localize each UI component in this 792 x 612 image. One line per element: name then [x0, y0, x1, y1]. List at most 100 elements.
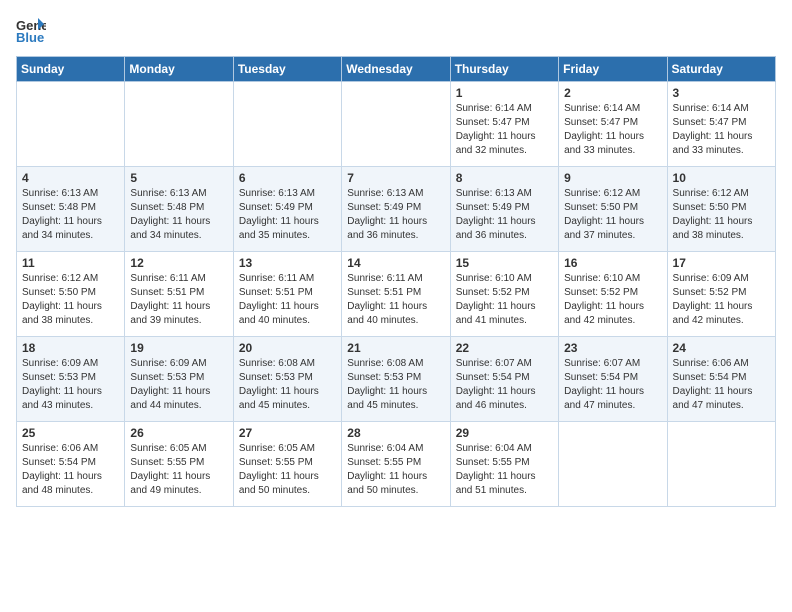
calendar-cell: 10 Sunrise: 6:12 AM Sunset: 5:50 PM Dayli…: [667, 167, 775, 252]
calendar-cell: 5 Sunrise: 6:13 AM Sunset: 5:48 PM Daylig…: [125, 167, 233, 252]
calendar-cell: 23Sunrise: 6:07 AM Sunset: 5:54 PM Dayli…: [559, 337, 667, 422]
calendar-cell: 27Sunrise: 6:05 AM Sunset: 5:55 PM Dayli…: [233, 422, 341, 507]
cell-content: Sunrise: 6:09 AM Sunset: 5:52 PM Dayligh…: [673, 272, 770, 328]
calendar-cell: [125, 82, 233, 167]
weekday-header-sunday: Sunday: [17, 57, 125, 82]
calendar-cell: 21Sunrise: 6:08 AM Sunset: 5:53 PM Dayli…: [342, 337, 450, 422]
cell-content: Sunrise: 6:11 AM Sunset: 5:51 PM Dayligh…: [239, 272, 336, 328]
cell-content: Sunrise: 6:11 AM Sunset: 5:51 PM Dayligh…: [130, 272, 227, 328]
cell-content: Sunrise: 6:12 AM Sunset: 5:50 PM Dayligh…: [22, 272, 119, 328]
calendar-cell: 11 Sunrise: 6:12 AM Sunset: 5:50 PM Dayli…: [17, 252, 125, 337]
calendar-cell: [559, 422, 667, 507]
day-number: 13: [239, 256, 336, 270]
calendar-week-4: 18 Sunrise: 6:09 AM Sunset: 5:53 PM Dayli…: [17, 337, 776, 422]
cell-content: Sunrise: 6:14 AM Sunset: 5:47 PM Dayligh…: [456, 102, 553, 158]
cell-content: Sunrise: 6:09 AM Sunset: 5:53 PM Dayligh…: [22, 357, 119, 413]
calendar-cell: [342, 82, 450, 167]
calendar-cell: 8 Sunrise: 6:13 AM Sunset: 5:49 PM Daylig…: [450, 167, 558, 252]
calendar-week-1: 1 Sunrise: 6:14 AM Sunset: 5:47 PM Daylig…: [17, 82, 776, 167]
weekday-header-monday: Monday: [125, 57, 233, 82]
cell-content: Sunrise: 6:07 AM Sunset: 5:54 PM Dayligh…: [564, 357, 661, 413]
cell-content: Sunrise: 6:11 AM Sunset: 5:51 PM Dayligh…: [347, 272, 444, 328]
day-number: 7: [347, 171, 444, 185]
weekday-header-wednesday: Wednesday: [342, 57, 450, 82]
cell-content: Sunrise: 6:05 AM Sunset: 5:55 PM Dayligh…: [130, 442, 227, 498]
calendar-cell: 18 Sunrise: 6:09 AM Sunset: 5:53 PM Dayli…: [17, 337, 125, 422]
day-number: 18: [22, 341, 119, 355]
cell-content: Sunrise: 6:06 AM Sunset: 5:54 PM Dayligh…: [22, 442, 119, 498]
cell-content: Sunrise: 6:04 AM Sunset: 5:55 PM Dayligh…: [347, 442, 444, 498]
day-number: 9: [564, 171, 661, 185]
calendar-cell: 1 Sunrise: 6:14 AM Sunset: 5:47 PM Daylig…: [450, 82, 558, 167]
calendar-cell: 9 Sunrise: 6:12 AM Sunset: 5:50 PM Daylig…: [559, 167, 667, 252]
calendar-week-2: 4Sunrise: 6:13 AM Sunset: 5:48 PM Daylig…: [17, 167, 776, 252]
cell-content: Sunrise: 6:06 AM Sunset: 5:54 PM Dayligh…: [673, 357, 770, 413]
cell-content: Sunrise: 6:09 AM Sunset: 5:53 PM Dayligh…: [130, 357, 227, 413]
calendar-cell: 20Sunrise: 6:08 AM Sunset: 5:53 PM Dayli…: [233, 337, 341, 422]
calendar-week-5: 25 Sunrise: 6:06 AM Sunset: 5:54 PM Dayli…: [17, 422, 776, 507]
calendar-cell: 25 Sunrise: 6:06 AM Sunset: 5:54 PM Dayli…: [17, 422, 125, 507]
day-number: 22: [456, 341, 553, 355]
weekday-header-row: SundayMondayTuesdayWednesdayThursdayFrid…: [17, 57, 776, 82]
day-number: 28: [347, 426, 444, 440]
day-number: 2: [564, 86, 661, 100]
calendar-cell: 22 Sunrise: 6:07 AM Sunset: 5:54 PM Dayli…: [450, 337, 558, 422]
day-number: 29: [456, 426, 553, 440]
day-number: 11: [22, 256, 119, 270]
day-number: 6: [239, 171, 336, 185]
cell-content: Sunrise: 6:13 AM Sunset: 5:49 PM Dayligh…: [239, 187, 336, 243]
calendar-cell: 17 Sunrise: 6:09 AM Sunset: 5:52 PM Dayli…: [667, 252, 775, 337]
day-number: 24: [673, 341, 770, 355]
calendar-cell: 13 Sunrise: 6:11 AM Sunset: 5:51 PM Dayli…: [233, 252, 341, 337]
calendar-cell: 29 Sunrise: 6:04 AM Sunset: 5:55 PM Dayli…: [450, 422, 558, 507]
cell-content: Sunrise: 6:13 AM Sunset: 5:48 PM Dayligh…: [130, 187, 227, 243]
cell-content: Sunrise: 6:14 AM Sunset: 5:47 PM Dayligh…: [673, 102, 770, 158]
calendar-cell: 28 Sunrise: 6:04 AM Sunset: 5:55 PM Dayli…: [342, 422, 450, 507]
calendar-cell: [17, 82, 125, 167]
day-number: 15: [456, 256, 553, 270]
calendar-cell: 14 Sunrise: 6:11 AM Sunset: 5:51 PM Dayli…: [342, 252, 450, 337]
logo-icon: General Blue: [16, 16, 46, 44]
cell-content: Sunrise: 6:13 AM Sunset: 5:49 PM Dayligh…: [456, 187, 553, 243]
weekday-header-friday: Friday: [559, 57, 667, 82]
cell-content: Sunrise: 6:13 AM Sunset: 5:48 PM Dayligh…: [22, 187, 119, 243]
calendar-week-3: 11 Sunrise: 6:12 AM Sunset: 5:50 PM Dayli…: [17, 252, 776, 337]
calendar-cell: 7 Sunrise: 6:13 AM Sunset: 5:49 PM Daylig…: [342, 167, 450, 252]
day-number: 26: [130, 426, 227, 440]
cell-content: Sunrise: 6:08 AM Sunset: 5:53 PM Dayligh…: [239, 357, 336, 413]
calendar-cell: [233, 82, 341, 167]
calendar-cell: 12Sunrise: 6:11 AM Sunset: 5:51 PM Dayli…: [125, 252, 233, 337]
calendar-cell: 15 Sunrise: 6:10 AM Sunset: 5:52 PM Dayli…: [450, 252, 558, 337]
weekday-header-thursday: Thursday: [450, 57, 558, 82]
calendar-cell: [667, 422, 775, 507]
day-number: 17: [673, 256, 770, 270]
day-number: 14: [347, 256, 444, 270]
day-number: 5: [130, 171, 227, 185]
cell-content: Sunrise: 6:04 AM Sunset: 5:55 PM Dayligh…: [456, 442, 553, 498]
cell-content: Sunrise: 6:10 AM Sunset: 5:52 PM Dayligh…: [456, 272, 553, 328]
cell-content: Sunrise: 6:14 AM Sunset: 5:47 PM Dayligh…: [564, 102, 661, 158]
cell-content: Sunrise: 6:12 AM Sunset: 5:50 PM Dayligh…: [673, 187, 770, 243]
day-number: 25: [22, 426, 119, 440]
day-number: 1: [456, 86, 553, 100]
cell-content: Sunrise: 6:13 AM Sunset: 5:49 PM Dayligh…: [347, 187, 444, 243]
calendar-cell: 24 Sunrise: 6:06 AM Sunset: 5:54 PM Dayli…: [667, 337, 775, 422]
day-number: 8: [456, 171, 553, 185]
calendar-cell: 19 Sunrise: 6:09 AM Sunset: 5:53 PM Dayli…: [125, 337, 233, 422]
cell-content: Sunrise: 6:07 AM Sunset: 5:54 PM Dayligh…: [456, 357, 553, 413]
calendar-cell: 26 Sunrise: 6:05 AM Sunset: 5:55 PM Dayli…: [125, 422, 233, 507]
calendar-cell: 4Sunrise: 6:13 AM Sunset: 5:48 PM Daylig…: [17, 167, 125, 252]
logo: General Blue: [16, 16, 46, 44]
day-number: 10: [673, 171, 770, 185]
day-number: 19: [130, 341, 227, 355]
cell-content: Sunrise: 6:12 AM Sunset: 5:50 PM Dayligh…: [564, 187, 661, 243]
day-number: 27: [239, 426, 336, 440]
weekday-header-tuesday: Tuesday: [233, 57, 341, 82]
calendar-cell: 2 Sunrise: 6:14 AM Sunset: 5:47 PM Daylig…: [559, 82, 667, 167]
day-number: 21: [347, 341, 444, 355]
calendar-table: SundayMondayTuesdayWednesdayThursdayFrid…: [16, 56, 776, 507]
calendar-cell: 16Sunrise: 6:10 AM Sunset: 5:52 PM Dayli…: [559, 252, 667, 337]
calendar-cell: 3Sunrise: 6:14 AM Sunset: 5:47 PM Daylig…: [667, 82, 775, 167]
calendar-cell: 6 Sunrise: 6:13 AM Sunset: 5:49 PM Daylig…: [233, 167, 341, 252]
day-number: 16: [564, 256, 661, 270]
